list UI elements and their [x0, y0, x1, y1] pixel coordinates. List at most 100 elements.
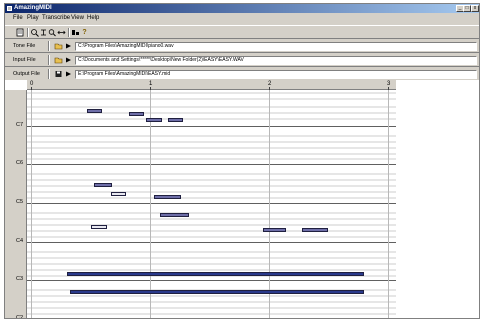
- black-key-lane: [27, 263, 396, 265]
- black-key-lane: [27, 313, 396, 315]
- close-button[interactable]: x: [471, 5, 479, 12]
- octave-line-c4: [27, 242, 396, 243]
- midi-note[interactable]: [110, 192, 127, 197]
- black-key-lane: [27, 92, 396, 94]
- black-key-lane: [27, 98, 396, 100]
- octave-line-c6: [27, 164, 396, 165]
- black-key-lane: [27, 179, 396, 181]
- toolbar: ?: [5, 25, 479, 39]
- black-key-lane: [27, 135, 396, 137]
- black-key-lane: [27, 173, 396, 175]
- menu-play[interactable]: Play: [27, 15, 39, 22]
- black-key-lane: [27, 112, 396, 114]
- black-key-lane: [27, 197, 396, 199]
- play-icon[interactable]: [64, 70, 73, 78]
- row-divider: [48, 55, 50, 65]
- midi-note[interactable]: [90, 225, 108, 230]
- black-key-lane: [27, 236, 396, 238]
- black-key-lane: [27, 147, 396, 149]
- maximize-button[interactable]: □: [463, 5, 471, 12]
- tone-file-row: Tone File C:\Program Files\AmazingMIDI\p…: [5, 40, 479, 53]
- black-key-lane: [27, 185, 396, 187]
- zoom-vertical-icon[interactable]: [48, 28, 57, 37]
- menu-help[interactable]: Help: [87, 15, 99, 22]
- transcribe-icon[interactable]: [16, 28, 25, 37]
- menu-transcribe[interactable]: Transcribe: [42, 15, 70, 22]
- midi-note[interactable]: [66, 272, 365, 277]
- help-icon[interactable]: ?: [80, 28, 89, 37]
- row-divider: [48, 41, 50, 51]
- time-ruler[interactable]: 0123: [27, 80, 396, 90]
- black-key-lane: [27, 106, 396, 108]
- black-key-lane: [27, 269, 396, 271]
- key-label-c5: C5: [16, 199, 24, 205]
- zoom-out-icon[interactable]: [39, 28, 48, 37]
- settings-icon[interactable]: [71, 28, 80, 37]
- midi-note[interactable]: [86, 109, 103, 114]
- midi-note[interactable]: [128, 112, 145, 117]
- pitch-axis: C7 C6 C5 C4 C3 C2: [5, 90, 27, 319]
- second-gridline: [150, 90, 151, 318]
- menu-file[interactable]: File: [13, 15, 23, 22]
- black-key-lane: [27, 224, 396, 226]
- second-gridline: [269, 90, 270, 318]
- zoom-in-icon[interactable]: [30, 28, 39, 37]
- open-folder-icon[interactable]: [54, 42, 63, 50]
- octave-line-c7: [27, 126, 396, 127]
- black-key-lane: [27, 212, 396, 214]
- app-window: AmazingMIDI _ □ x File Play Transcribe V…: [4, 3, 480, 319]
- window-title: AmazingMIDI: [14, 5, 52, 11]
- play-icon[interactable]: [64, 42, 73, 50]
- octave-line-c3: [27, 280, 396, 281]
- output-file-label: Output File: [13, 71, 40, 77]
- input-file-label: Input File: [13, 57, 36, 63]
- black-key-lane: [27, 301, 396, 303]
- midi-note[interactable]: [263, 228, 286, 233]
- app-icon: [7, 6, 12, 11]
- second-gridline: [31, 90, 32, 318]
- black-key-lane: [27, 118, 396, 120]
- black-key-lane: [27, 218, 396, 220]
- row-divider: [48, 69, 50, 79]
- tone-file-label: Tone File: [13, 43, 36, 49]
- black-key-lane: [27, 153, 396, 155]
- key-label-c7: C7: [16, 122, 24, 128]
- output-file-path[interactable]: E:\Program Files\AmazingMIDI\EASY.mid: [75, 70, 477, 79]
- midi-note[interactable]: [70, 289, 365, 294]
- title-bar[interactable]: AmazingMIDI _ □ x: [5, 4, 479, 13]
- black-key-lane: [27, 230, 396, 232]
- tone-file-path[interactable]: C:\Program Files\AmazingMIDI\piano0.wav: [75, 42, 477, 51]
- open-folder-icon[interactable]: [54, 56, 63, 64]
- midi-note[interactable]: [146, 118, 162, 123]
- black-key-lane: [27, 251, 396, 253]
- black-key-lane: [27, 141, 396, 143]
- input-file-row: Input File C:\Documents and Settings\***…: [5, 54, 479, 67]
- black-key-lane: [27, 257, 396, 259]
- octave-line-c5: [27, 203, 396, 204]
- menu-view[interactable]: View: [71, 15, 84, 22]
- midi-note[interactable]: [167, 118, 184, 123]
- play-icon[interactable]: [64, 56, 73, 64]
- toolbar-separator: [27, 28, 29, 37]
- key-label-c4: C4: [16, 238, 24, 244]
- save-disk-icon[interactable]: [54, 70, 63, 78]
- note-grid[interactable]: [27, 90, 396, 318]
- second-gridline: [388, 90, 389, 318]
- zoom-horizontal-icon[interactable]: [57, 28, 66, 37]
- black-key-lane: [27, 158, 396, 160]
- piano-roll: 0123 C7 C6 C5 C4 C3 C2: [5, 80, 479, 319]
- key-label-c2: C2: [16, 315, 24, 319]
- midi-note[interactable]: [94, 183, 112, 188]
- menu-bar: File Play Transcribe View Help: [5, 14, 479, 23]
- black-key-lane: [27, 295, 396, 297]
- midi-note[interactable]: [159, 212, 190, 217]
- midi-note[interactable]: [153, 195, 181, 200]
- empty-area: [396, 90, 477, 318]
- key-label-c3: C3: [16, 276, 24, 282]
- black-key-lane: [27, 191, 396, 193]
- toolbar-separator: [68, 28, 70, 37]
- midi-note[interactable]: [302, 228, 329, 233]
- black-key-lane: [27, 307, 396, 309]
- key-label-c6: C6: [16, 160, 24, 166]
- input-file-path[interactable]: C:\Documents and Settings\*****\Desktop\…: [75, 56, 477, 65]
